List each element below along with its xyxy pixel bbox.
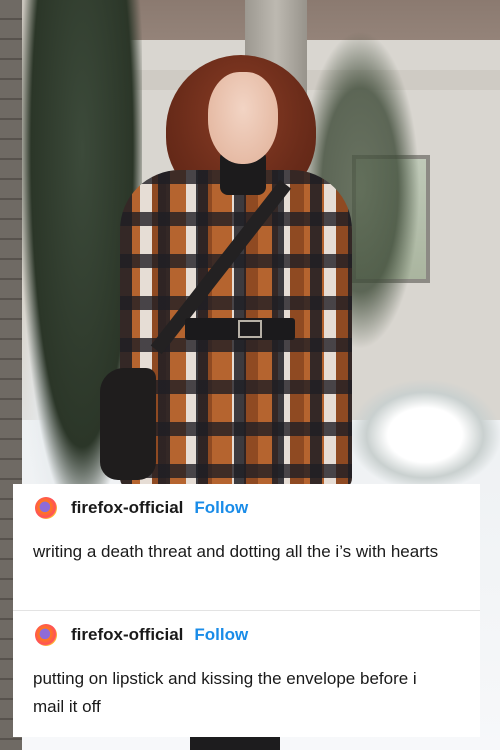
post: firefox-official Follow putting on lipst… [13, 611, 480, 737]
follow-button[interactable]: Follow [194, 498, 248, 518]
post-text: putting on lipstick and kissing the enve… [33, 669, 417, 716]
username-link[interactable]: firefox-official [71, 625, 183, 645]
post-text: writing a death threat and dotting all t… [33, 542, 439, 561]
person-face [208, 72, 278, 164]
firefox-logo-icon[interactable] [35, 624, 57, 646]
username-link[interactable]: firefox-official [71, 498, 183, 518]
post-header: firefox-official Follow [33, 611, 460, 659]
snowy-shrub [350, 380, 500, 490]
follow-button[interactable]: Follow [194, 625, 248, 645]
firefox-logo-icon[interactable] [35, 497, 57, 519]
post: firefox-official Follow writing a death … [13, 484, 480, 610]
belt-buckle [238, 320, 262, 338]
post-header: firefox-official Follow [33, 484, 460, 532]
tumblr-post-card: firefox-official Follow writing a death … [13, 484, 480, 737]
shoulder-bag [100, 368, 156, 480]
